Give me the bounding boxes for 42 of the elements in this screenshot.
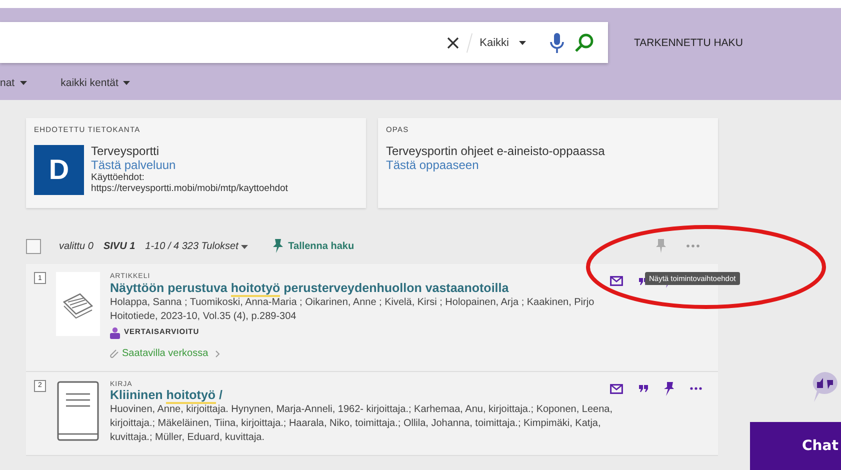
peer-review-icon [110, 326, 120, 339]
book-icon [56, 380, 100, 444]
microphone-icon[interactable] [550, 32, 564, 52]
results-range-dropdown[interactable]: 1-10 / 4 323 Tulokset [145, 240, 248, 252]
card-link[interactable]: Tästä palveluun [91, 158, 288, 173]
pin-icon [272, 239, 284, 253]
caret-icon[interactable] [123, 81, 130, 85]
result-title-link[interactable]: Näyttöön perustuva hoitotyö perusterveydenhuollon vastaanotoilla [110, 282, 635, 296]
database-logo: D [34, 145, 84, 195]
email-icon[interactable] [610, 384, 623, 394]
quote-icon[interactable] [639, 385, 648, 392]
feedback-icon[interactable] [810, 370, 840, 404]
terms-label: Käyttöehdot: [91, 172, 146, 184]
filter-dropdown[interactable]: kaikki kentät [60, 77, 130, 89]
filter-dropdown[interactable]: nat [0, 77, 27, 89]
advanced-search-link[interactable]: TARKENNETTU HAKU [634, 36, 743, 48]
terms-url: https://terveysportti.mobi/mobi/mtp/kayttoehdot [91, 184, 288, 194]
link-icon [110, 349, 119, 358]
page-label: SIVU 1 [103, 240, 136, 252]
email-icon[interactable] [610, 276, 623, 286]
result-source: Hoitotiede, 2023-10, Vol.35 (4), p.289-304 [110, 310, 298, 324]
document-icon [56, 272, 100, 336]
result-title-link[interactable]: Kliininen hoitotyö / [110, 389, 635, 404]
chevron-icon [215, 350, 220, 358]
caret-icon[interactable] [519, 40, 526, 44]
pin-icon[interactable] [664, 382, 674, 396]
caret-icon[interactable] [241, 244, 248, 248]
card-title: Terveysportin ohjeet e-aineisto-oppaassa [386, 145, 605, 159]
close-icon[interactable] [446, 36, 459, 48]
chat-button[interactable]: Chat [750, 422, 841, 470]
search-icon[interactable] [574, 32, 594, 52]
result-authors: Huovinen, Anne, kirjoittaja. Hynynen, Marja-Anneli, 1962- kirjoittaja.; Karhemaa, Anu, kirjoittaja.; Koponen, Leena, kirjoittaja.; Mäkeläinen, Tiina, kirjoittaja.; Haarala, Niko, toimittaja.; Ollila, Johanna, toimittaja.; Kimpimäki, Katja, kuvittaja.; Müller, Eduard, kuvittaja. [110, 403, 614, 446]
search-field[interactable]: Kaikki [0, 22, 608, 63]
caret-icon[interactable] [20, 81, 27, 85]
card-title: Terveysportti [91, 145, 160, 159]
save-search-link[interactable]: Tallenna haku [288, 240, 354, 252]
card-link[interactable]: Tästä oppaaseen [386, 158, 605, 173]
result-authors: Holappa, Sanna ; Tuomikoski, Anna-Maria ; Oikarinen, Anne ; Kivelä, Kirsi ; Holopainen, Arja ; Kaakinen, Pirjo [110, 296, 596, 310]
more-icon[interactable] [690, 387, 702, 390]
scope-dropdown[interactable]: Kaikki [480, 36, 509, 48]
select-all-checkbox[interactable] [26, 238, 41, 254]
selected-count: valittu 0 [59, 240, 94, 252]
